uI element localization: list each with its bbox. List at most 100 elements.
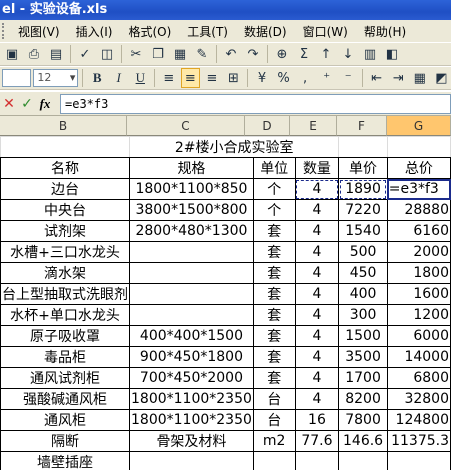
table-cell[interactable]: 14000: [386, 346, 451, 368]
table-cell[interactable]: 4: [294, 346, 340, 368]
sheet-title[interactable]: 2#楼小合成实验室: [128, 136, 340, 158]
preview-icon[interactable]: ▤: [46, 44, 66, 64]
table-cell[interactable]: [252, 451, 296, 470]
table-cell[interactable]: 强酸碱通风柜: [0, 388, 130, 410]
table-cell[interactable]: 4: [294, 178, 340, 200]
align-left-icon[interactable]: ≡: [159, 68, 179, 88]
table-cell[interactable]: 试剂架: [0, 220, 130, 242]
table-cell[interactable]: 77.6: [294, 430, 340, 452]
table-cell[interactable]: 套: [252, 220, 296, 242]
undo-icon[interactable]: ↶: [221, 44, 241, 64]
research-icon[interactable]: ◫: [97, 44, 117, 64]
menu-format[interactable]: 格式(O): [120, 23, 179, 40]
table-cell[interactable]: 4: [294, 262, 340, 284]
fill-color-icon[interactable]: ◩: [432, 68, 451, 88]
table-cell[interactable]: m2: [252, 430, 296, 452]
header-cell[interactable]: 名称: [0, 157, 130, 179]
header-cell[interactable]: 单位: [252, 157, 296, 179]
table-cell[interactable]: 台上型抽取式洗眼剂: [0, 283, 130, 305]
active-cell[interactable]: =e3*f3: [386, 178, 451, 200]
cell[interactable]: [386, 136, 451, 158]
menu-window[interactable]: 窗口(W): [295, 23, 356, 40]
table-cell[interactable]: 边台: [0, 178, 130, 200]
table-cell[interactable]: 1800*1100*2350: [129, 388, 254, 410]
font-name-select[interactable]: [2, 69, 32, 87]
header-cell[interactable]: 单价: [338, 157, 388, 179]
table-cell[interactable]: 套: [252, 325, 296, 347]
comma-style-icon[interactable]: ,: [295, 68, 315, 88]
table-cell[interactable]: 骨架及材料: [129, 430, 254, 452]
header-cell[interactable]: 规格: [129, 157, 254, 179]
underline-button[interactable]: U: [131, 68, 151, 88]
borders-icon[interactable]: ▦: [410, 68, 430, 88]
spellcheck-icon[interactable]: ✓: [75, 44, 95, 64]
table-cell[interactable]: 1540: [338, 220, 388, 242]
cut-icon[interactable]: ✂: [126, 44, 146, 64]
sort-ascending-icon[interactable]: ↑: [316, 44, 336, 64]
table-cell[interactable]: 2800*480*1300: [129, 220, 254, 242]
table-cell[interactable]: 32800: [386, 388, 451, 410]
column-header-f[interactable]: F: [337, 116, 387, 136]
hyperlink-icon[interactable]: ⊕: [272, 44, 292, 64]
table-cell[interactable]: 300: [338, 304, 388, 326]
table-cell[interactable]: 水杯+单口水龙头: [0, 304, 130, 326]
table-cell[interactable]: 2000: [386, 241, 451, 263]
table-cell[interactable]: [129, 262, 254, 284]
print-icon[interactable]: ⎙: [24, 44, 44, 64]
align-right-icon[interactable]: ≡: [202, 68, 222, 88]
table-cell[interactable]: 400: [338, 283, 388, 305]
table-cell[interactable]: 146.6: [338, 430, 388, 452]
table-cell[interactable]: 4: [294, 388, 340, 410]
menu-tools[interactable]: 工具(T): [179, 23, 236, 40]
font-size-select[interactable]: 12: [33, 69, 79, 87]
table-cell[interactable]: [386, 451, 451, 470]
decrease-decimal-icon[interactable]: ⁻: [338, 68, 358, 88]
toolbar-grip[interactable]: [2, 23, 10, 39]
table-cell[interactable]: 4: [294, 304, 340, 326]
table-cell[interactable]: [129, 241, 254, 263]
table-cell[interactable]: 4: [294, 367, 340, 389]
table-cell[interactable]: 450: [338, 262, 388, 284]
table-cell[interactable]: [294, 451, 340, 470]
table-cell[interactable]: 墙壁插座: [0, 451, 130, 470]
currency-icon[interactable]: ¥: [252, 68, 272, 88]
table-cell[interactable]: 滴水架: [0, 262, 130, 284]
table-cell[interactable]: 1800*1100*850: [129, 178, 254, 200]
cell[interactable]: [0, 136, 130, 158]
column-header-d[interactable]: D: [245, 116, 290, 136]
increase-decimal-icon[interactable]: ⁺: [317, 68, 337, 88]
table-cell[interactable]: 1800: [386, 262, 451, 284]
table-cell[interactable]: [129, 451, 254, 470]
table-cell[interactable]: 台: [252, 388, 296, 410]
table-cell[interactable]: 通风柜: [0, 409, 130, 431]
table-cell[interactable]: 11375.3: [386, 430, 451, 452]
header-cell[interactable]: 数量: [294, 157, 340, 179]
copy-icon[interactable]: ❐: [148, 44, 168, 64]
table-cell[interactable]: 1600: [386, 283, 451, 305]
table-cell[interactable]: 124800: [386, 409, 451, 431]
table-cell[interactable]: 7220: [338, 199, 388, 221]
column-header-g[interactable]: G: [387, 116, 451, 136]
table-cell[interactable]: 3800*1500*800: [129, 199, 254, 221]
table-cell[interactable]: 6800: [386, 367, 451, 389]
sort-descending-icon[interactable]: ↓: [338, 44, 358, 64]
decrease-indent-icon[interactable]: ⇤: [367, 68, 387, 88]
table-cell[interactable]: 1700: [338, 367, 388, 389]
table-cell[interactable]: 毒品柜: [0, 346, 130, 368]
table-cell[interactable]: 4: [294, 325, 340, 347]
table-cell[interactable]: 6000: [386, 325, 451, 347]
autosum-icon[interactable]: Σ: [294, 44, 314, 64]
table-cell[interactable]: 个: [252, 178, 296, 200]
drawing-icon[interactable]: ◧: [382, 44, 402, 64]
table-cell[interactable]: 400*400*1500: [129, 325, 254, 347]
menu-data[interactable]: 数据(D): [236, 23, 295, 40]
table-cell[interactable]: 4: [294, 199, 340, 221]
menu-view[interactable]: 视图(V): [10, 23, 68, 40]
column-header-b[interactable]: B: [0, 116, 127, 136]
table-cell[interactable]: 3500: [338, 346, 388, 368]
menu-help[interactable]: 帮助(H): [356, 23, 414, 40]
table-cell[interactable]: 台: [252, 409, 296, 431]
table-cell[interactable]: 28880: [386, 199, 451, 221]
format-painter-icon[interactable]: ✎: [192, 44, 212, 64]
header-cell[interactable]: 总价: [386, 157, 451, 179]
